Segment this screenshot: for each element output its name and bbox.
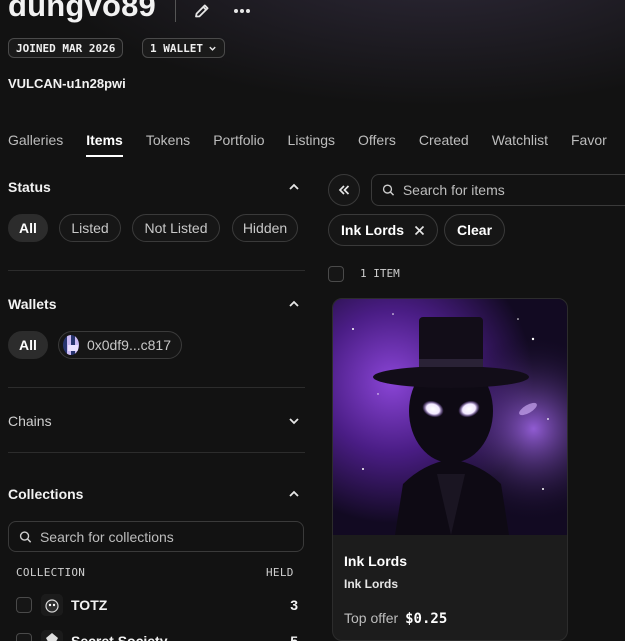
active-filter-label: Ink Lords <box>341 222 405 238</box>
chevron-up-icon[interactable] <box>287 297 301 311</box>
section-divider <box>8 452 305 453</box>
more-dots-icon[interactable] <box>233 8 251 14</box>
double-chevron-left-icon <box>338 185 350 195</box>
top-offer-label: Top offer <box>344 610 399 626</box>
status-all-chip[interactable]: All <box>8 214 48 242</box>
collections-section-title: Collections <box>8 486 84 502</box>
chains-section-title[interactable]: Chains <box>8 413 52 429</box>
wallet-count-dropdown[interactable]: 1 WALLET <box>142 38 225 58</box>
tab-galleries[interactable]: Galleries <box>8 132 63 156</box>
held-column-header: HELD <box>266 566 294 579</box>
collection-row[interactable]: Secret Society 5 <box>16 626 298 641</box>
collections-search-box[interactable] <box>8 521 304 552</box>
status-not-listed-chip[interactable]: Not Listed <box>132 214 220 242</box>
header-divider <box>175 0 176 22</box>
profile-tabs: Galleries Items Tokens Portfolio Listing… <box>8 132 607 157</box>
tab-portfolio[interactable]: Portfolio <box>213 132 264 156</box>
collection-column-header: COLLECTION <box>16 566 86 579</box>
items-count: 1 ITEM <box>360 267 400 280</box>
chevron-down-icon <box>209 46 216 51</box>
edit-pencil-icon[interactable] <box>192 1 212 21</box>
collection-name: TOTZ <box>71 597 108 613</box>
item-top-offer: Top offer $0.25 <box>344 610 447 627</box>
chevron-up-icon[interactable] <box>287 487 301 501</box>
search-icon <box>382 184 395 196</box>
clear-label: Clear <box>457 222 493 238</box>
select-all-checkbox[interactable] <box>328 266 344 282</box>
status-listed-chip[interactable]: Listed <box>59 214 121 242</box>
search-icon <box>19 530 32 543</box>
tab-offers[interactable]: Offers <box>358 132 396 156</box>
status-hidden-chip[interactable]: Hidden <box>232 214 298 242</box>
collection-checkbox[interactable] <box>16 633 32 641</box>
collection-thumbnail <box>41 594 63 616</box>
collections-search-input[interactable] <box>39 528 303 545</box>
section-divider <box>8 387 305 388</box>
wallets-section-title: Wallets <box>8 296 57 312</box>
collection-held-count: 3 <box>290 597 298 613</box>
status-section-title: Status <box>8 179 51 195</box>
section-divider <box>8 270 305 271</box>
chevron-down-icon[interactable] <box>287 414 301 428</box>
chevron-up-icon[interactable] <box>287 180 301 194</box>
item-card[interactable]: Ink Lords Ink Lords Top offer $0.25 <box>332 298 568 641</box>
wallet-address-label: 0x0df9...c817 <box>86 337 171 353</box>
joined-label: JOINED MAR 2026 <box>16 41 116 55</box>
tab-items[interactable]: Items <box>86 132 123 157</box>
items-search-box[interactable] <box>371 174 625 206</box>
item-image <box>333 299 567 535</box>
collection-thumbnail <box>41 630 63 641</box>
items-search-input[interactable] <box>402 182 625 198</box>
wallet-address-chip[interactable]: 0x0df9...c817 <box>58 331 182 359</box>
joined-badge: JOINED MAR 2026 <box>8 38 124 58</box>
wallet-count-label: 1 WALLET <box>150 41 203 55</box>
tab-favorites[interactable]: Favor <box>571 132 607 156</box>
top-offer-value: $0.25 <box>405 611 448 627</box>
collection-row[interactable]: TOTZ 3 <box>16 590 298 620</box>
profile-display-name: VULCAN-u1n28pwi <box>8 76 126 91</box>
wallets-all-chip[interactable]: All <box>8 331 48 359</box>
collection-held-count: 5 <box>290 633 298 641</box>
tab-listings[interactable]: Listings <box>288 132 335 156</box>
tab-tokens[interactable]: Tokens <box>146 132 190 156</box>
tab-watchlist[interactable]: Watchlist <box>492 132 548 156</box>
item-title: Ink Lords <box>344 553 408 569</box>
tab-created[interactable]: Created <box>419 132 469 156</box>
active-filter-chip[interactable]: Ink Lords <box>328 214 439 246</box>
item-collection: Ink Lords <box>344 577 399 591</box>
wallet-avatar <box>63 335 79 355</box>
profile-username: dungvo89 <box>8 0 157 23</box>
close-icon[interactable] <box>414 225 425 236</box>
collapse-filters-button[interactable] <box>328 174 360 206</box>
clear-filters-button[interactable]: Clear <box>444 214 506 246</box>
collection-name: Secret Society <box>71 633 168 641</box>
collection-checkbox[interactable] <box>16 597 32 613</box>
